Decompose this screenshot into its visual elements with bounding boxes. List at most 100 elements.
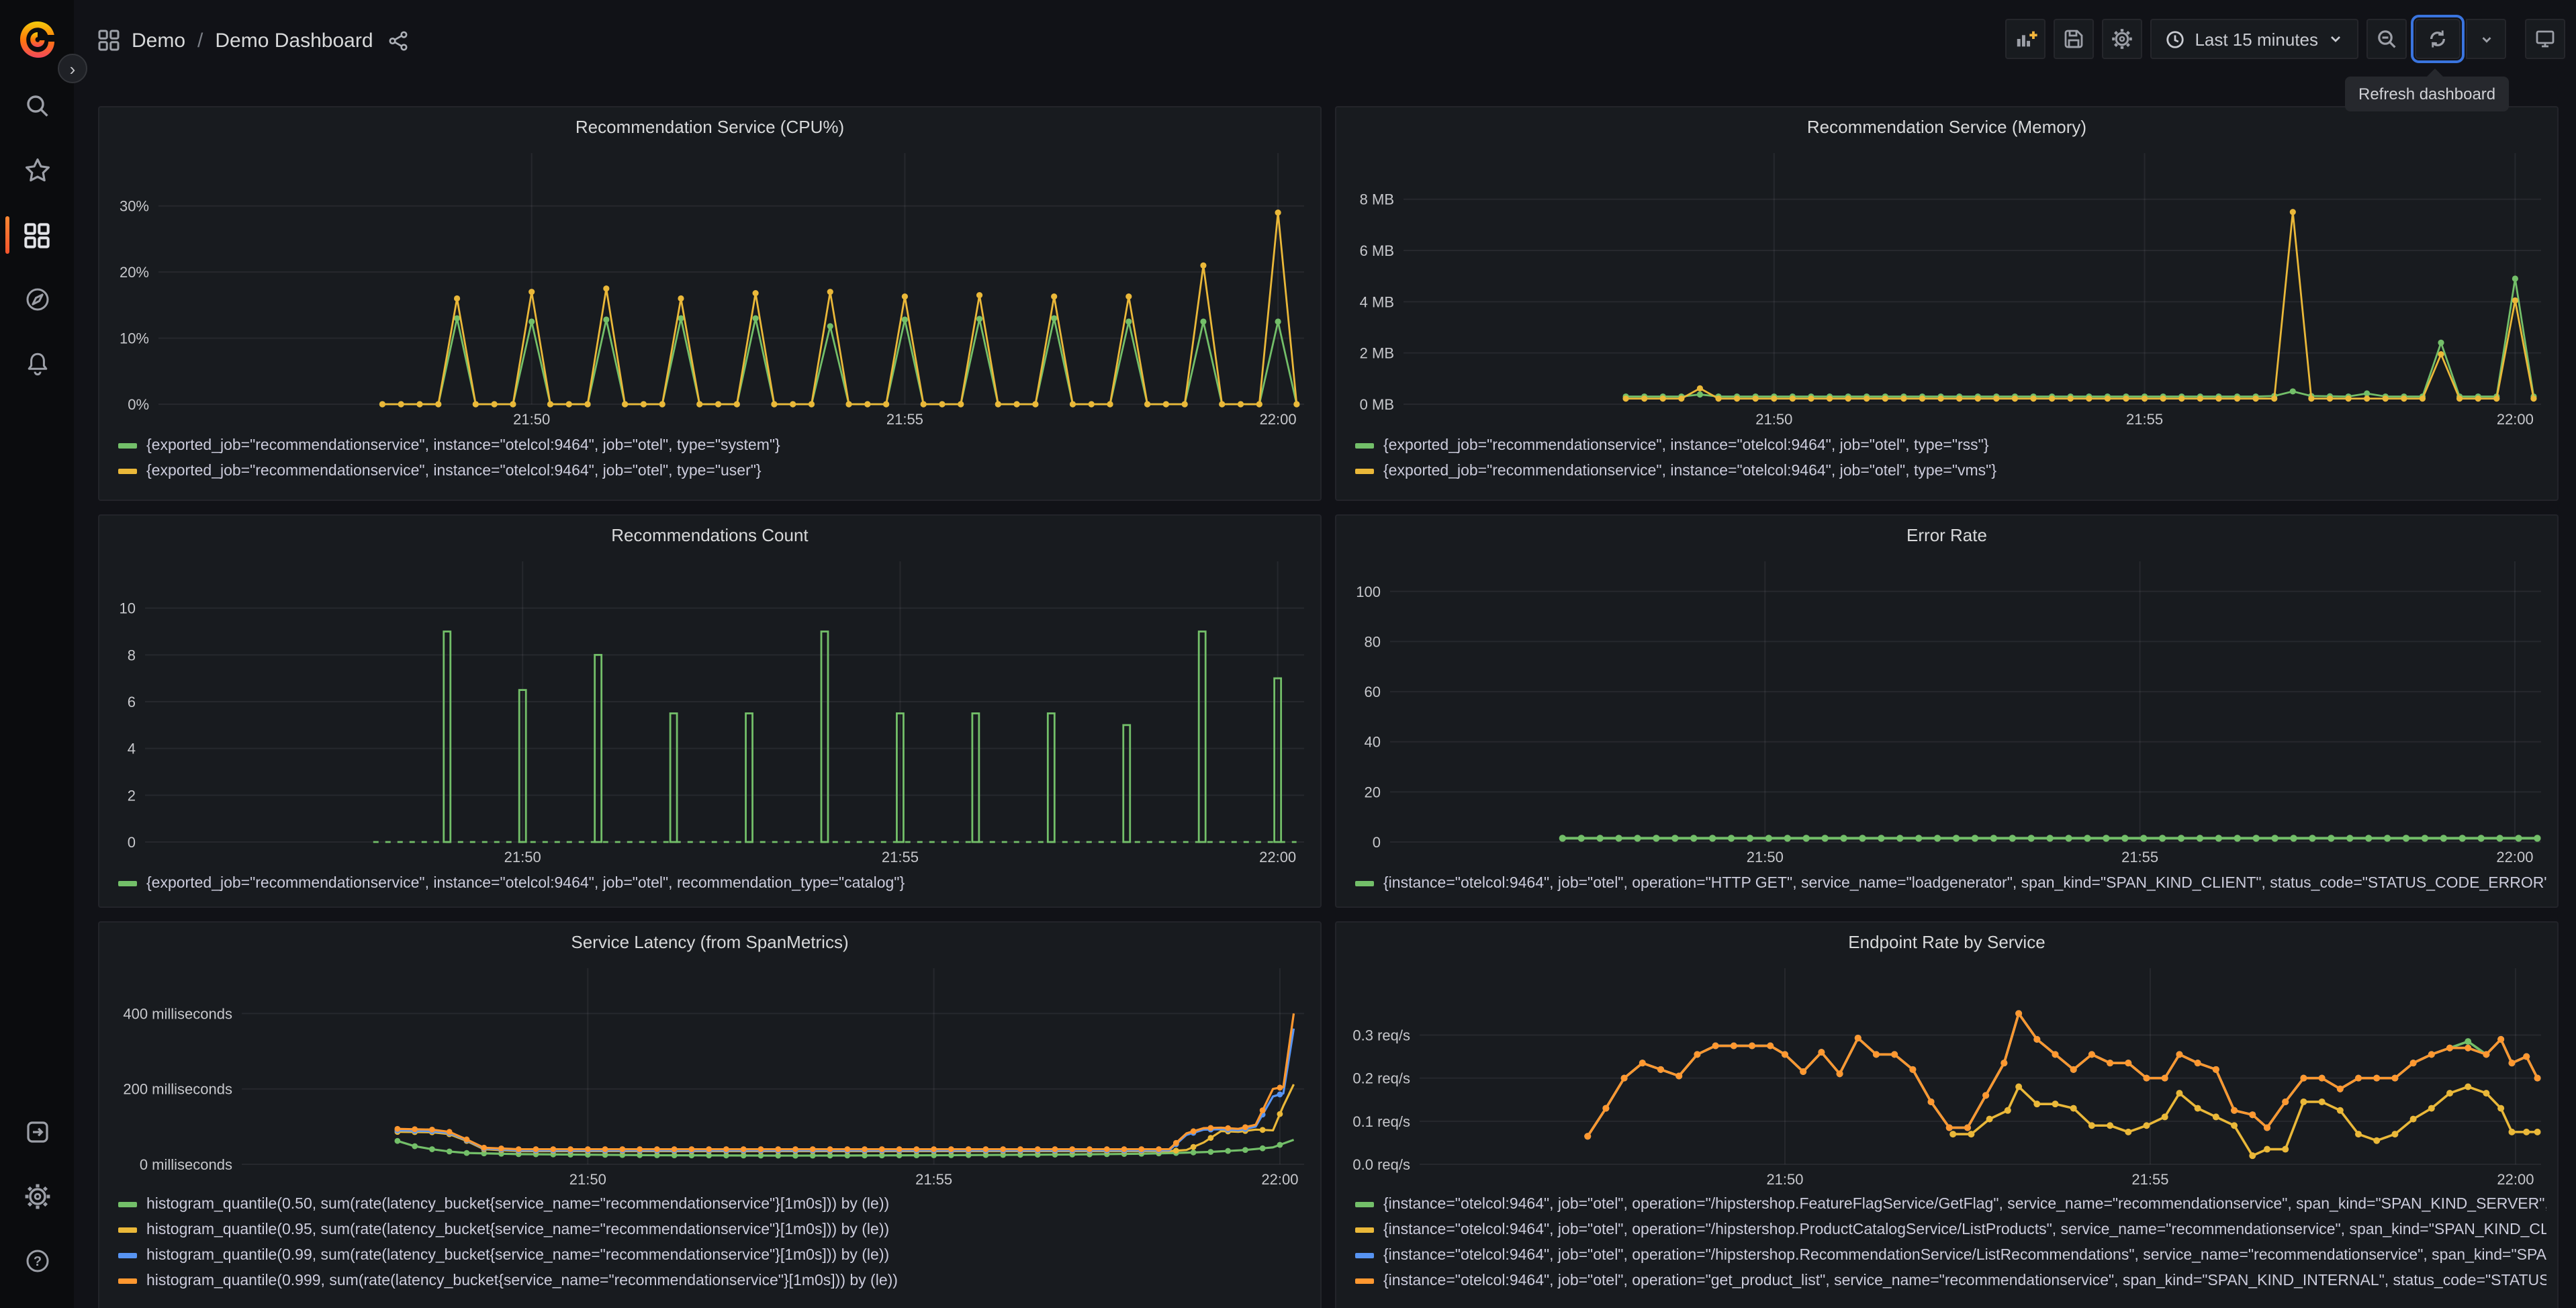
svg-text:40: 40 [1365, 734, 1381, 751]
legend-swatch [1355, 443, 1374, 449]
legend-swatch [118, 1278, 137, 1284]
sidebar-item-explore[interactable] [10, 277, 64, 322]
grafana-app: Demo / Demo Dashboard Last 15 minutes Re… [0, 0, 2576, 1308]
legend-item[interactable]: {instance="otelcol:9464", job="otel", op… [1355, 1195, 2546, 1214]
legend-label: histogram_quantile(0.95, sum(rate(latenc… [146, 1222, 890, 1238]
service-latency-chart[interactable]: 21:50 21:55 22:00 0 milliseconds 200 millise… [105, 960, 1315, 1191]
svg-text:21:55: 21:55 [2121, 849, 2158, 866]
panel-title[interactable]: Recommendations Count [99, 516, 1320, 553]
breadcrumb-section[interactable]: Demo [132, 29, 185, 52]
legend-swatch [1355, 881, 1374, 886]
legend-item[interactable]: {instance="otelcol:9464", job="otel", op… [1355, 874, 2546, 893]
svg-text:2: 2 [128, 787, 136, 804]
svg-text:6: 6 [128, 694, 136, 710]
share-dashboard-button[interactable] [388, 30, 408, 50]
tooltip-arrow [2426, 68, 2444, 78]
help-icon: ? [24, 1248, 50, 1274]
legend-item[interactable]: {instance="otelcol:9464", job="otel", op… [1355, 1272, 2546, 1291]
legend-item[interactable]: {instance="otelcol:9464", job="otel", op… [1355, 1221, 2546, 1240]
svg-text:21:55: 21:55 [2126, 411, 2163, 428]
search-icon [24, 93, 50, 120]
panel-recommendation-service-cpu: Recommendation Service (CPU%) 21:50 21:55… [98, 106, 1322, 501]
legend-label: {exported_job="recommendationservice", i… [146, 876, 905, 892]
svg-text:21:50: 21:50 [1747, 849, 1784, 866]
cpu-chart[interactable]: 21:50 21:55 22:00 0% 10% 20% 30% [105, 145, 1315, 431]
svg-text:60: 60 [1365, 684, 1381, 700]
svg-text:0 MB: 0 MB [1360, 396, 1394, 413]
sidebar-item-search[interactable] [10, 83, 64, 129]
dashboard-toolbar: Last 15 minutes [2005, 15, 2565, 63]
legend-label: {exported_job="recommendationservice", i… [1383, 463, 1997, 479]
sidebar-item-starred[interactable] [10, 148, 64, 193]
legend-swatch [1355, 1202, 1374, 1207]
add-panel-button[interactable] [2005, 19, 2046, 59]
panel-title[interactable]: Recommendation Service (CPU%) [99, 107, 1320, 145]
panel-title[interactable]: Recommendation Service (Memory) [1336, 107, 2557, 145]
legend-item[interactable]: histogram_quantile(0.95, sum(rate(latenc… [118, 1221, 1309, 1240]
svg-text:21:50: 21:50 [504, 849, 541, 866]
legend-label: {instance="otelcol:9464", job="otel", op… [1383, 876, 2546, 892]
svg-text:2 MB: 2 MB [1360, 345, 1394, 362]
svg-text:20: 20 [1365, 784, 1381, 800]
bell-icon [24, 351, 50, 377]
sidebar-expand-button[interactable]: › [58, 54, 87, 83]
svg-text:80: 80 [1365, 633, 1381, 650]
legend-item[interactable]: {exported_job="recommendationservice", i… [118, 874, 1309, 893]
svg-text:22:00: 22:00 [1260, 411, 1297, 428]
legend-swatch [118, 881, 137, 886]
panel-error-rate: Error Rate 21:50 21:55 22:00 0 20 40 60 80 100 {… [1335, 514, 2559, 908]
svg-text:6 MB: 6 MB [1360, 242, 1394, 259]
panel-recommendations-count: Recommendations Count 21:50 21:55 22:00 0 2 4… [98, 514, 1322, 908]
legend-swatch [118, 1227, 137, 1233]
endpoint-rate-chart[interactable]: 21:50 21:55 22:00 0.0 req/s 0.1 req/s 0.2 req… [1342, 960, 2552, 1191]
svg-text:20%: 20% [120, 264, 149, 281]
refresh-dashboard-button[interactable] [2411, 15, 2465, 63]
legend-item[interactable]: {exported_job="recommendationservice", i… [1355, 462, 2546, 481]
svg-text:22:00: 22:00 [1261, 1171, 1298, 1188]
svg-text:4: 4 [128, 741, 136, 757]
svg-text:10%: 10% [120, 330, 149, 347]
legend-item[interactable]: histogram_quantile(0.50, sum(rate(latenc… [118, 1195, 1309, 1214]
legend-item[interactable]: {instance="otelcol:9464", job="otel", op… [1355, 1246, 2546, 1265]
dashboard-settings-button[interactable] [2102, 19, 2143, 59]
svg-text:0.2 req/s: 0.2 req/s [1352, 1070, 1410, 1087]
sidebar-item-sign-in[interactable] [10, 1109, 64, 1155]
panel-endpoint-rate-by-service: Endpoint Rate by Service 21:50 21:55 22:00… [1335, 921, 2559, 1308]
time-range-picker[interactable]: Last 15 minutes [2150, 19, 2358, 59]
kiosk-mode-button[interactable] [2525, 19, 2565, 59]
svg-text:400 milliseconds: 400 milliseconds [123, 1005, 232, 1022]
refresh-interval-dropdown[interactable] [2466, 19, 2506, 59]
chevron-down-icon [2328, 31, 2344, 47]
svg-text:22:00: 22:00 [1259, 849, 1296, 866]
svg-text:21:50: 21:50 [513, 411, 550, 428]
sidebar-item-alerting[interactable] [10, 341, 64, 387]
dashboards-icon [24, 222, 50, 248]
legend-label: {instance="otelcol:9464", job="otel", op… [1383, 1248, 2546, 1264]
sidebar-item-help[interactable]: ? [10, 1238, 64, 1284]
legend-swatch [118, 1253, 137, 1258]
sidebar-item-settings[interactable] [10, 1174, 64, 1219]
svg-text:21:55: 21:55 [886, 411, 923, 428]
legend-item[interactable]: histogram_quantile(0.999, sum(rate(laten… [118, 1272, 1309, 1291]
panel-title[interactable]: Service Latency (from SpanMetrics) [99, 923, 1320, 960]
recommendations-count-chart[interactable]: 21:50 21:55 22:00 0 2 4 6 8 10 [105, 553, 1315, 869]
zoom-out-button[interactable] [2366, 19, 2407, 59]
breadcrumb-page-title[interactable]: Demo Dashboard [215, 29, 373, 52]
save-dashboard-button[interactable] [2054, 19, 2095, 59]
legend-item[interactable]: {exported_job="recommendationservice", i… [1355, 436, 2546, 455]
clock-icon [2165, 29, 2185, 49]
svg-text:8 MB: 8 MB [1360, 191, 1394, 208]
legend-item[interactable]: {exported_job="recommendationservice", i… [118, 436, 1309, 455]
breadcrumb-separator: / [197, 29, 203, 52]
grafana-logo[interactable] [13, 16, 62, 64]
tooltip-text: Refresh dashboard [2358, 85, 2496, 103]
legend-item[interactable]: {exported_job="recommendationservice", i… [118, 462, 1309, 481]
error-rate-chart[interactable]: 21:50 21:55 22:00 0 20 40 60 80 100 [1342, 553, 2552, 869]
panel-title[interactable]: Error Rate [1336, 516, 2557, 553]
panel-title[interactable]: Endpoint Rate by Service [1336, 923, 2557, 960]
legend-item[interactable]: histogram_quantile(0.99, sum(rate(latenc… [118, 1246, 1309, 1265]
memory-chart[interactable]: 21:50 21:55 22:00 0 MB 2 MB 4 MB 6 MB 8 MB [1342, 145, 2552, 431]
sidebar-item-dashboards[interactable] [5, 212, 64, 258]
legend: {exported_job="recommendationservice", i… [118, 874, 1309, 893]
svg-text:22:00: 22:00 [2497, 411, 2534, 428]
